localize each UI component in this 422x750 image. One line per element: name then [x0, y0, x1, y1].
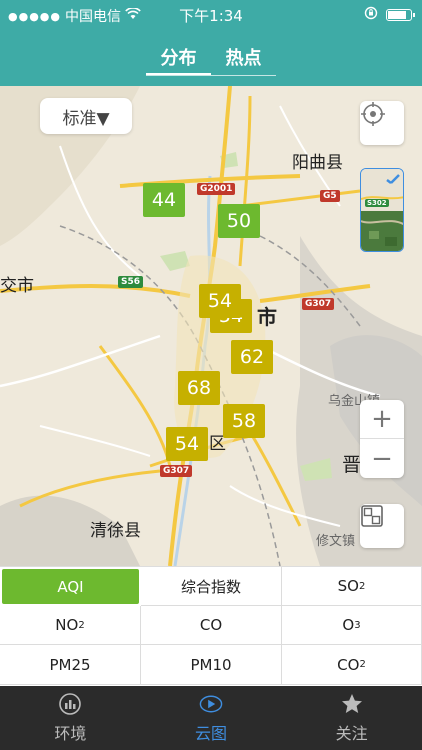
tab-distribution[interactable]: 分布 [146, 42, 211, 75]
star-icon [340, 692, 364, 716]
pollutant-label: CO [337, 655, 360, 674]
battery-icon [386, 9, 415, 21]
zoom-in-button[interactable]: + [360, 400, 404, 439]
pollutant-no2[interactable]: NO 2 [0, 606, 141, 645]
aqi-marker[interactable]: 58 [223, 404, 265, 438]
map-standard-dropdown[interactable]: 标准▼ [40, 98, 132, 134]
aqi-marker[interactable]: 68 [178, 371, 220, 405]
tab-cloud-map[interactable]: 云图 [141, 686, 282, 750]
pollutant-label: PM25 [49, 655, 91, 674]
subscript: 2 [359, 659, 366, 670]
pollutant-aqi[interactable]: AQI [2, 569, 139, 604]
road-sign-s302: S302 [365, 199, 389, 207]
subscript: 2 [78, 619, 85, 631]
tab-label: 环境 [54, 724, 87, 743]
pollutant-selector: AQI 综合指数 SO 2 NO 2 CO O3 PM25 PM10 CO 2 [0, 566, 422, 686]
status-time: 下午1:34 [179, 7, 243, 25]
pollutant-label: O [342, 616, 355, 634]
pollutant-label: CO [199, 616, 223, 634]
header: ●●●●● 中国电信 下午1:34 分布 热点 [0, 0, 422, 86]
tab-hotspot[interactable]: 热点 [211, 42, 276, 75]
road-sign-g307-south: G307 [160, 465, 193, 477]
pollutant-pm10[interactable]: PM10 [141, 645, 282, 685]
pollutant-label: NO [55, 616, 79, 634]
pollutant-o3[interactable]: O3 [282, 606, 422, 645]
pollutant-so2[interactable]: SO 2 [282, 567, 422, 606]
place-label-jiaocheng: 交市 [0, 276, 34, 296]
road-sign-s56: S56 [118, 276, 144, 288]
standard-layer-thumb[interactable]: S302 [361, 169, 403, 211]
cloud-map-icon [199, 692, 223, 716]
bottom-tab-bar: 环境 云图 关注 [0, 686, 422, 750]
map-view[interactable]: 阳曲县 交市 市 清徐县 区 晋 乌金山镇 修文镇 G2001 G5 S56 G… [0, 86, 422, 566]
zoom-control: + − [360, 400, 404, 478]
aqi-marker[interactable]: 44 [143, 183, 185, 217]
subscript: 3 [354, 619, 361, 631]
tab-follow[interactable]: 关注 [281, 686, 422, 750]
place-label-city: 市 [257, 305, 277, 329]
place-label-xiuwen: 修文镇 [316, 534, 356, 549]
road-sign-g2001: G2001 [197, 183, 236, 195]
road-sign-g5: G5 [320, 190, 340, 202]
place-label-yangqu: 阳曲县 [292, 153, 343, 173]
status-bar: ●●●●● 中国电信 下午1:34 [0, 0, 422, 28]
subscript: 2 [358, 580, 366, 592]
segment-control: 分布 热点 [146, 42, 276, 76]
pollutant-composite[interactable]: 综合指数 [141, 567, 282, 606]
tab-environment[interactable]: 环境 [0, 686, 141, 750]
pollutant-co[interactable]: CO [141, 606, 282, 645]
status-right [364, 6, 415, 24]
pollutant-label: PM10 [190, 655, 232, 674]
pollutant-label: 综合指数 [180, 577, 241, 596]
aqi-marker[interactable]: 62 [231, 340, 273, 374]
fullscreen-button[interactable] [360, 504, 404, 548]
tab-label: 云图 [195, 724, 228, 743]
pollutant-pm25[interactable]: PM25 [0, 645, 141, 685]
environment-icon [58, 692, 82, 716]
aqi-marker[interactable]: 50 [218, 204, 260, 238]
tab-label: 关注 [335, 724, 368, 743]
place-label-jin: 晋 [342, 454, 362, 476]
rotation-lock-icon [364, 6, 378, 24]
place-label-qingxu: 清徐县 [90, 521, 141, 541]
locate-button[interactable] [360, 101, 404, 145]
satellite-layer-thumb[interactable] [361, 211, 403, 251]
zoom-out-button[interactable]: − [360, 439, 404, 478]
aqi-marker[interactable]: 54 [199, 284, 241, 318]
pollutant-label: SO [337, 577, 359, 595]
road-sign-g307-east: G307 [302, 298, 335, 310]
map-layer-switcher[interactable]: S302 [360, 168, 404, 252]
aqi-marker[interactable]: 54 [166, 427, 208, 461]
pollutant-co2[interactable]: CO 2 [282, 645, 422, 685]
pollutant-label: AQI [57, 577, 84, 596]
